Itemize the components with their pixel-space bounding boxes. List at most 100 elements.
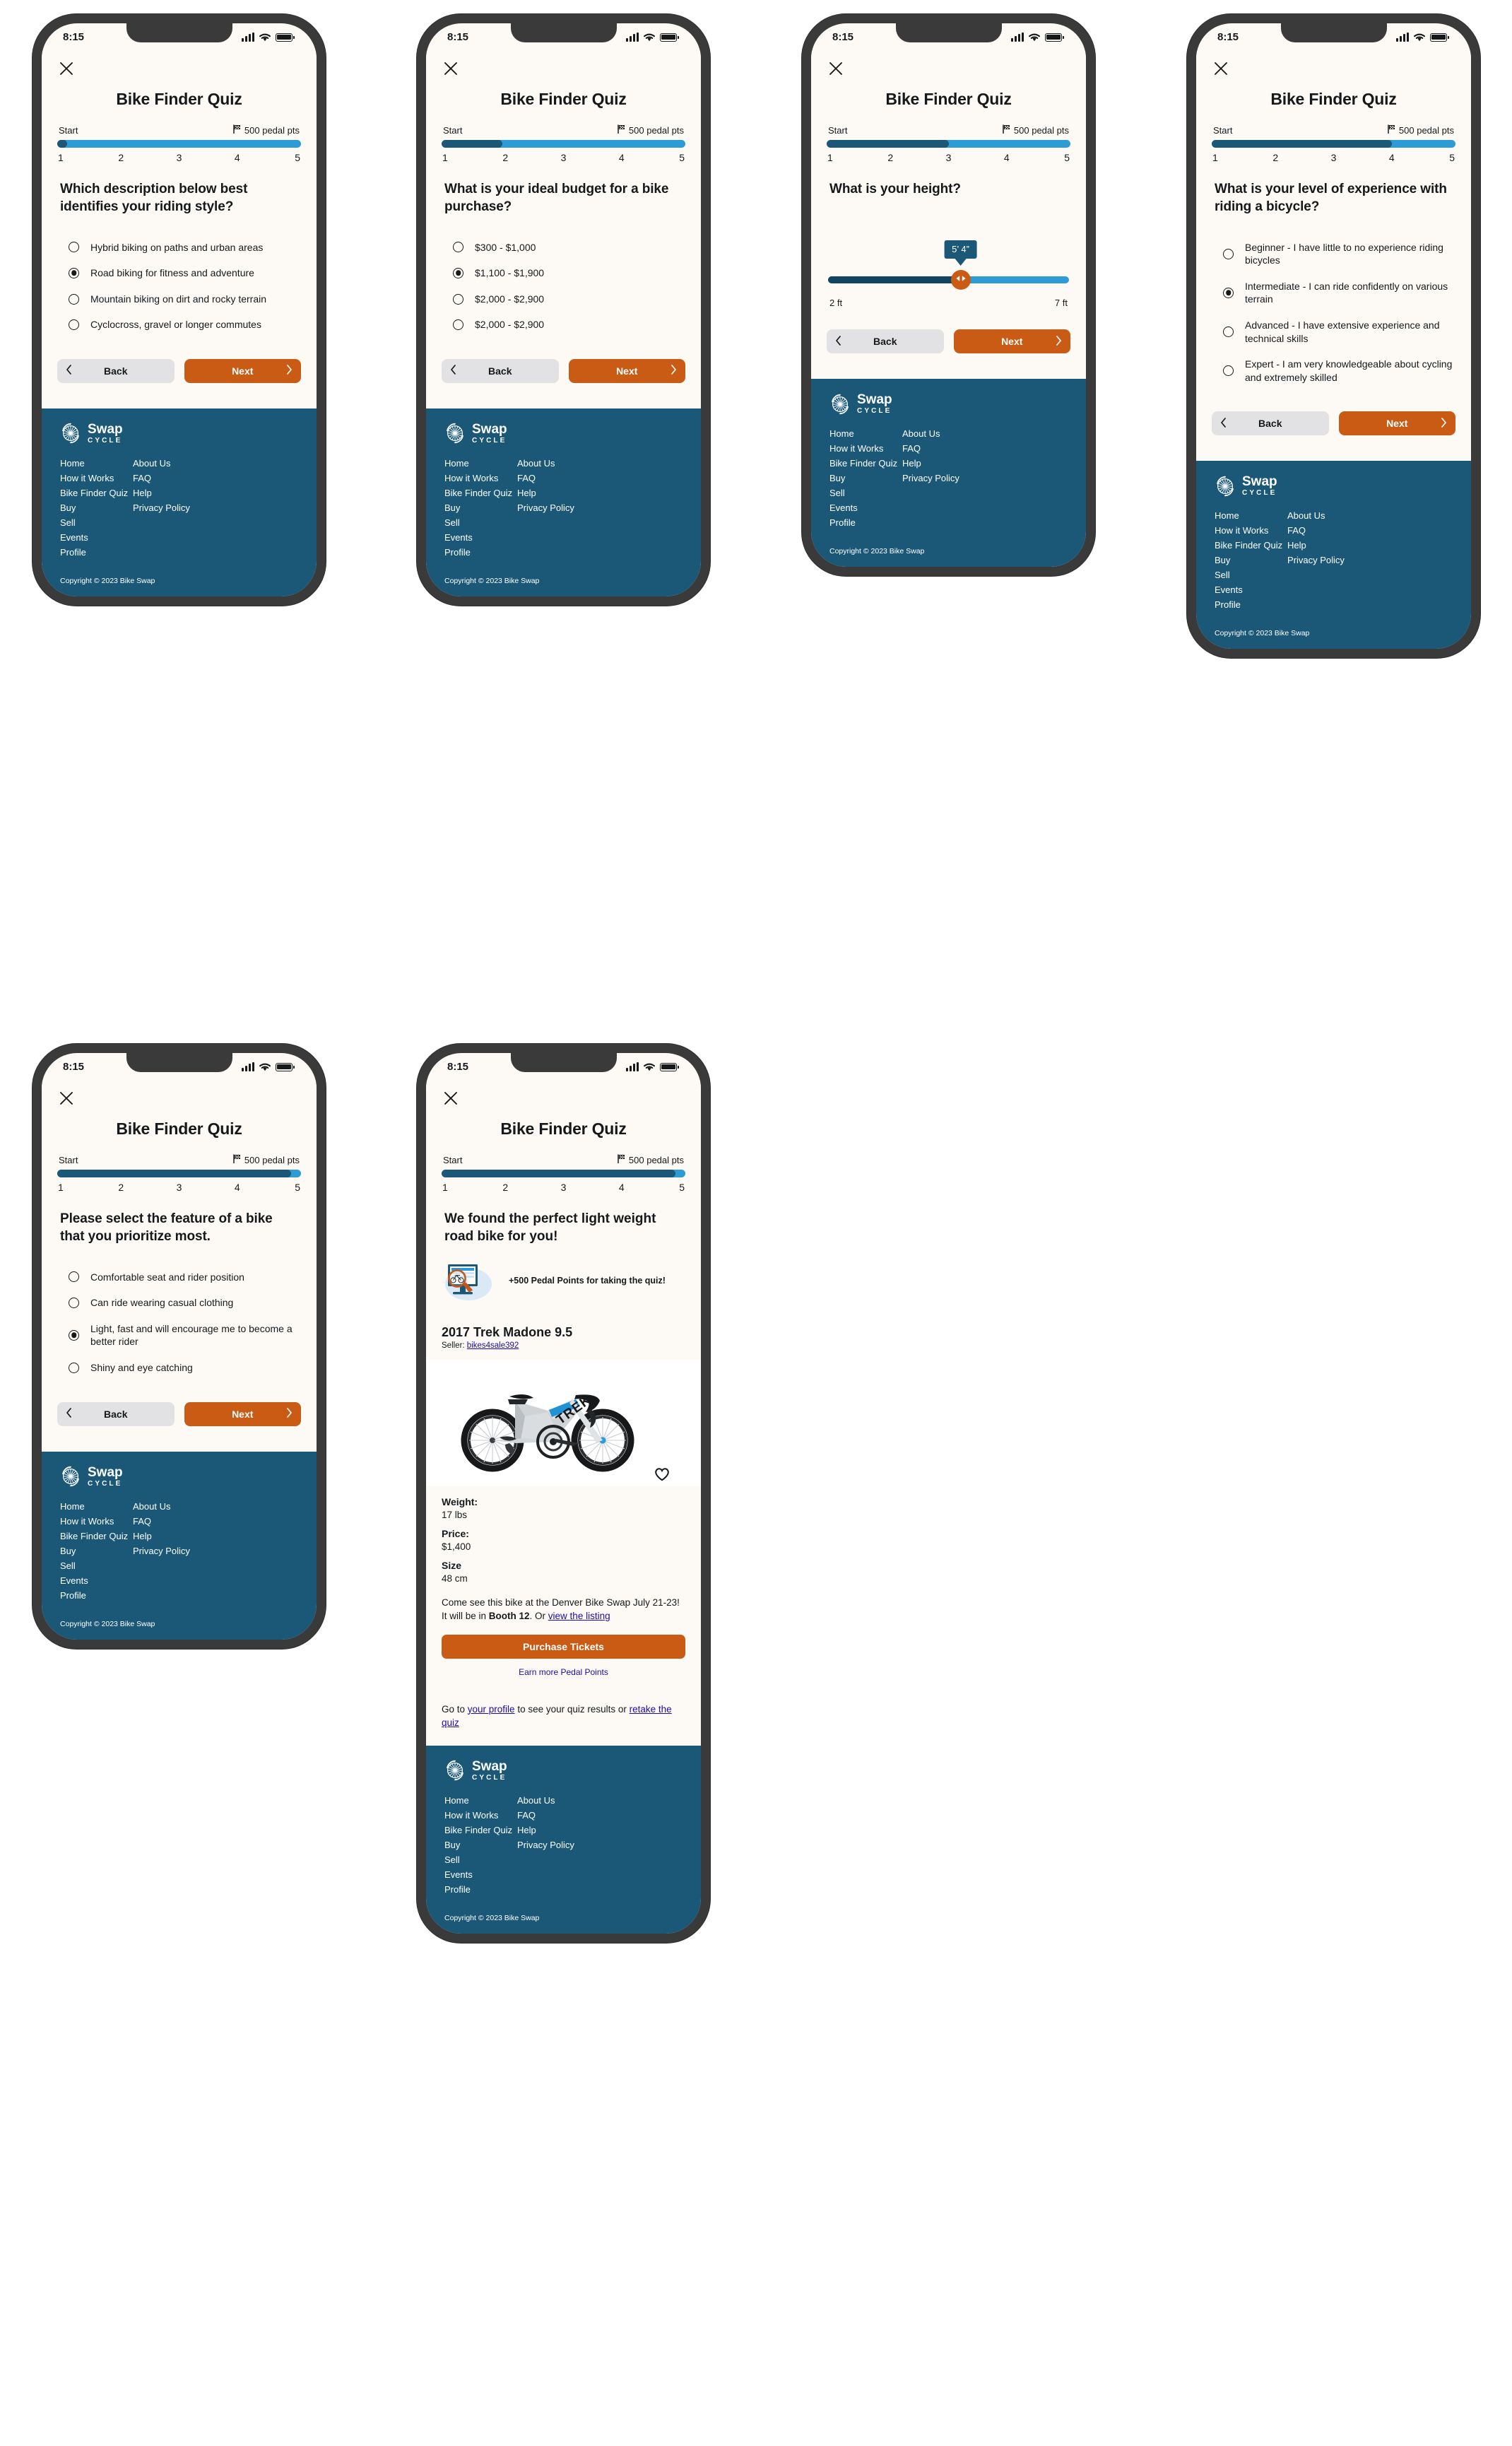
radio-button-selected[interactable]	[453, 267, 463, 278]
radio-button[interactable]	[1223, 365, 1234, 377]
progress-track[interactable]	[57, 1170, 301, 1177]
footer-link-faq[interactable]: FAQ	[1287, 523, 1345, 538]
footer-link-help[interactable]: Help	[517, 1823, 574, 1838]
footer-link-how-it-works[interactable]: How it Works	[60, 1514, 133, 1529]
close-icon[interactable]	[442, 1089, 460, 1107]
progress-track[interactable]	[442, 1170, 685, 1177]
footer-link-about-us[interactable]: About Us	[517, 456, 574, 471]
next-button[interactable]: Next	[953, 329, 1070, 354]
close-icon[interactable]	[57, 59, 76, 78]
option-row[interactable]: Expert - I am very knowledgeable about c…	[1212, 351, 1455, 390]
footer-link-help[interactable]: Help	[133, 486, 190, 500]
footer-brand[interactable]: Swap CYCLE	[444, 1760, 683, 1793]
next-button[interactable]: Next	[568, 358, 685, 383]
next-button[interactable]: Next	[184, 1401, 301, 1426]
footer-link-bike-finder-quiz[interactable]: Bike Finder Quiz	[1215, 538, 1287, 553]
footer-link-buy[interactable]: Buy	[829, 471, 902, 486]
slider-thumb[interactable]	[950, 270, 971, 290]
radio-button[interactable]	[69, 1271, 79, 1283]
footer-link-events[interactable]: Events	[444, 1867, 517, 1882]
footer-link-buy[interactable]: Buy	[444, 1838, 517, 1852]
seller-link[interactable]: bikes4sale392	[467, 1341, 519, 1350]
progress-track[interactable]	[442, 140, 685, 148]
back-button[interactable]: Back	[57, 358, 175, 383]
heart-icon[interactable]	[654, 1466, 670, 1482]
footer-link-privacy-policy[interactable]: Privacy Policy	[133, 1544, 190, 1558]
footer-link-privacy-policy[interactable]: Privacy Policy	[133, 500, 190, 515]
footer-link-buy[interactable]: Buy	[60, 1544, 133, 1558]
radio-button[interactable]	[69, 1362, 79, 1373]
option-row[interactable]: Can ride wearing casual clothing	[57, 1290, 301, 1316]
footer-link-buy[interactable]: Buy	[1215, 553, 1287, 568]
footer-brand[interactable]: Swap CYCLE	[60, 1466, 298, 1499]
footer-brand[interactable]: Swap CYCLE	[60, 423, 298, 456]
close-icon[interactable]	[1212, 59, 1230, 78]
back-button[interactable]: Back	[57, 1401, 175, 1426]
footer-link-buy[interactable]: Buy	[444, 500, 517, 515]
close-icon[interactable]	[827, 59, 845, 78]
radio-button[interactable]	[1223, 327, 1234, 338]
radio-button[interactable]	[69, 1297, 79, 1308]
footer-link-privacy-policy[interactable]: Privacy Policy	[1287, 553, 1345, 568]
footer-link-faq[interactable]: FAQ	[133, 471, 190, 486]
radio-button[interactable]	[453, 319, 463, 331]
footer-brand[interactable]: Swap CYCLE	[829, 393, 1068, 426]
option-row[interactable]: Comfortable seat and rider position	[57, 1264, 301, 1290]
earn-more-pedal-points-link[interactable]: Earn more Pedal Points	[442, 1659, 685, 1677]
footer-link-privacy-policy[interactable]: Privacy Policy	[517, 1838, 574, 1852]
radio-button[interactable]	[69, 293, 79, 305]
back-button[interactable]: Back	[1212, 411, 1329, 436]
back-button[interactable]: Back	[442, 358, 559, 383]
footer-link-faq[interactable]: FAQ	[517, 1808, 574, 1823]
close-icon[interactable]	[442, 59, 460, 78]
option-row[interactable]: Intermediate - I can ride confidently on…	[1212, 274, 1455, 312]
radio-button[interactable]	[453, 242, 463, 253]
radio-button-selected[interactable]	[69, 1329, 79, 1341]
option-row[interactable]: $300 - $1,000	[442, 235, 685, 261]
footer-link-events[interactable]: Events	[1215, 582, 1287, 597]
footer-link-events[interactable]: Events	[60, 1573, 133, 1588]
footer-link-about-us[interactable]: About Us	[1287, 508, 1345, 523]
progress-track[interactable]	[57, 140, 301, 148]
option-row[interactable]: Shiny and eye catching	[57, 1355, 301, 1381]
footer-link-sell[interactable]: Sell	[60, 1558, 133, 1573]
footer-link-faq[interactable]: FAQ	[902, 441, 959, 456]
option-row[interactable]: $2,000 - $2,900	[442, 286, 685, 312]
footer-link-bike-finder-quiz[interactable]: Bike Finder Quiz	[829, 456, 902, 471]
footer-link-bike-finder-quiz[interactable]: Bike Finder Quiz	[444, 1823, 517, 1838]
footer-link-sell[interactable]: Sell	[444, 1852, 517, 1867]
footer-link-sell[interactable]: Sell	[60, 515, 133, 530]
footer-link-how-it-works[interactable]: How it Works	[444, 1808, 517, 1823]
footer-link-about-us[interactable]: About Us	[902, 426, 959, 441]
progress-track[interactable]	[827, 140, 1070, 148]
footer-link-home[interactable]: Home	[60, 456, 133, 471]
footer-link-about-us[interactable]: About Us	[133, 456, 190, 471]
footer-link-home[interactable]: Home	[829, 426, 902, 441]
radio-button[interactable]	[1223, 248, 1234, 259]
footer-link-sell[interactable]: Sell	[1215, 568, 1287, 582]
footer-link-profile[interactable]: Profile	[444, 545, 517, 560]
slider-track[interactable]	[828, 276, 1069, 284]
option-row[interactable]: Hybrid biking on paths and urban areas	[57, 235, 301, 261]
radio-button-selected[interactable]	[69, 267, 79, 278]
footer-link-bike-finder-quiz[interactable]: Bike Finder Quiz	[444, 486, 517, 500]
footer-link-profile[interactable]: Profile	[1215, 597, 1287, 612]
next-button[interactable]: Next	[1338, 411, 1455, 436]
footer-link-faq[interactable]: FAQ	[133, 1514, 190, 1529]
footer-link-how-it-works[interactable]: How it Works	[444, 471, 517, 486]
view-listing-link[interactable]: view the listing	[548, 1611, 610, 1621]
footer-link-help[interactable]: Help	[517, 486, 574, 500]
footer-link-profile[interactable]: Profile	[444, 1882, 517, 1897]
your-profile-link[interactable]: your profile	[468, 1704, 515, 1715]
next-button[interactable]: Next	[184, 358, 301, 383]
footer-link-home[interactable]: Home	[60, 1499, 133, 1514]
option-row[interactable]: Cyclocross, gravel or longer commutes	[57, 312, 301, 338]
radio-button[interactable]	[69, 242, 79, 253]
option-row[interactable]: $2,000 - $2,900	[442, 312, 685, 338]
footer-link-sell[interactable]: Sell	[829, 486, 902, 500]
footer-link-about-us[interactable]: About Us	[133, 1499, 190, 1514]
close-icon[interactable]	[57, 1089, 76, 1107]
footer-brand[interactable]: Swap CYCLE	[1215, 475, 1453, 508]
option-row[interactable]: Beginner - I have little to no experienc…	[1212, 235, 1455, 274]
footer-link-faq[interactable]: FAQ	[517, 471, 574, 486]
